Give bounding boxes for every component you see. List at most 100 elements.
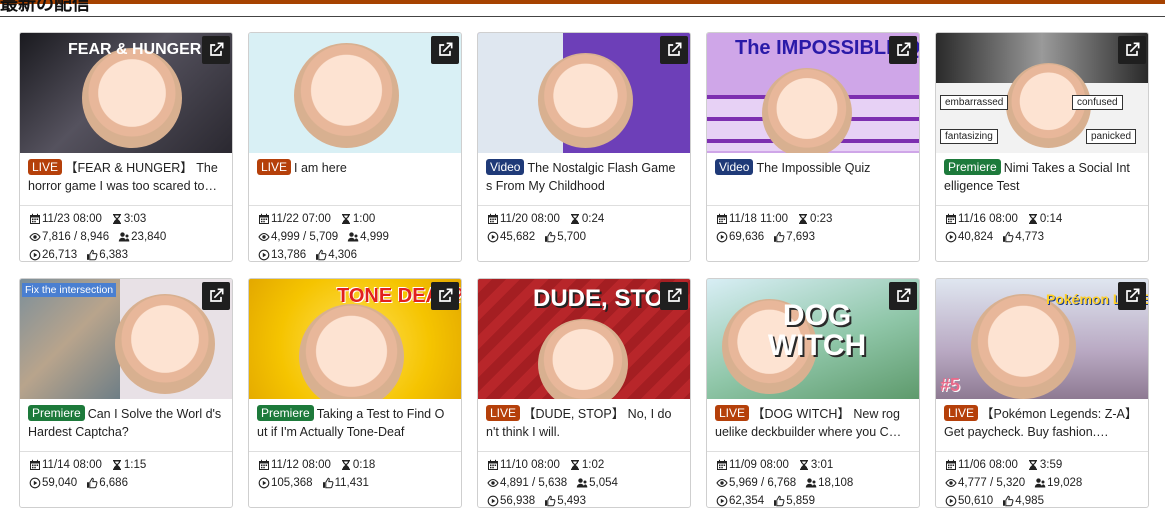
external-link-icon <box>435 286 455 306</box>
stream-card[interactable]: Video The Nostalgic Flash Game s From My … <box>477 32 691 262</box>
emotion-tag: embarrassed <box>940 95 1009 110</box>
users-icon <box>805 477 817 489</box>
stream-duration: 1:02 <box>581 459 605 471</box>
stream-duration: 3:03 <box>123 213 147 225</box>
open-external-button[interactable] <box>1118 36 1146 64</box>
thumbs-up-icon <box>1002 231 1014 243</box>
stream-card[interactable]: DOG WITCH LIVE 【DOG WITCH】 New rog uelike… <box>706 278 920 508</box>
stream-title-area[interactable]: Premiere Can I Solve the Worl d's Hardest… <box>20 399 232 452</box>
play-circle-icon <box>487 231 499 243</box>
stream-title-area[interactable]: LIVE 【Pokémon Legends: Z-A】 Get paycheck.… <box>936 399 1148 452</box>
character-art <box>971 294 1076 399</box>
stream-card[interactable]: embarrassed confused fantasizing panicked P… <box>935 32 1149 262</box>
thumbnail-title-text: Fix the intersection <box>22 283 117 297</box>
eye-icon <box>258 231 270 243</box>
stream-stats: 11/20 08:00 0:24 45,682 5,700 <box>478 206 690 246</box>
hourglass-icon <box>111 213 123 225</box>
stream-thumbnail[interactable] <box>478 33 690 153</box>
stream-thumbnail[interactable] <box>249 33 461 153</box>
thumbs-up-icon <box>544 495 556 507</box>
eye-icon <box>29 231 41 243</box>
open-external-button[interactable] <box>889 36 917 64</box>
external-link-icon <box>1122 286 1142 306</box>
stream-type-badge: LIVE <box>257 159 292 175</box>
view-count: 40,824 <box>958 231 994 243</box>
stream-date: 11/14 08:00 <box>42 459 102 471</box>
open-external-button[interactable] <box>660 282 688 310</box>
stream-thumbnail[interactable]: embarrassed confused fantasizing panicked <box>936 33 1148 153</box>
like-count: 5,859 <box>786 495 815 507</box>
stream-title-area[interactable]: LIVE 【DUDE, STOP】 No, I do n't think I wi… <box>478 399 690 452</box>
stream-type-badge: LIVE <box>944 405 979 421</box>
thumbs-up-icon <box>773 495 785 507</box>
stream-thumbnail[interactable]: Fix the intersection <box>20 279 232 399</box>
external-link-icon <box>664 286 684 306</box>
stream-title-area[interactable]: Video The Nostalgic Flash Game s From My … <box>478 153 690 206</box>
stream-thumbnail[interactable]: DOG WITCH <box>707 279 919 399</box>
stream-thumbnail[interactable]: TONE DEAF? <box>249 279 461 399</box>
concurrent-viewers: 4,999 / 5,709 <box>271 231 339 243</box>
stream-title-area[interactable]: Premiere Taking a Test to Find O ut if I'… <box>249 399 461 452</box>
episode-label: #5 <box>940 375 961 395</box>
stream-thumbnail[interactable]: DUDE, STOP <box>478 279 690 399</box>
open-external-button[interactable] <box>1118 282 1146 310</box>
users-icon <box>576 477 588 489</box>
character-art <box>294 43 399 148</box>
play-circle-icon <box>945 231 957 243</box>
view-count: 56,938 <box>500 495 536 507</box>
play-circle-icon <box>716 495 728 507</box>
emotion-tag: fantasizing <box>940 129 998 144</box>
external-link-icon <box>1122 40 1142 60</box>
stream-title-area[interactable]: LIVE 【FEAR & HUNGER】 The horror game I wa… <box>20 153 232 206</box>
like-count: 5,700 <box>557 231 586 243</box>
stream-thumbnail[interactable]: Pokémon LEGENDS #5 <box>936 279 1148 399</box>
thumbs-up-icon <box>544 231 556 243</box>
open-external-button[interactable] <box>431 36 459 64</box>
hourglass-icon <box>111 459 123 471</box>
stream-thumbnail[interactable]: FEAR & HUNGER <box>20 33 232 153</box>
like-count: 4,306 <box>328 249 357 261</box>
open-external-button[interactable] <box>660 36 688 64</box>
concurrent-viewers: 4,777 / 5,320 <box>958 477 1026 489</box>
stream-title-area[interactable]: LIVE 【DOG WITCH】 New rog uelike deckbuild… <box>707 399 919 452</box>
calendar-icon <box>716 459 728 471</box>
stream-stats: 11/16 08:00 0:14 40,824 4,773 <box>936 206 1148 246</box>
stream-stats: 11/23 08:00 3:03 7,816 / 8,946 23,840 26… <box>20 206 232 261</box>
divider <box>0 16 1165 17</box>
open-external-button[interactable] <box>202 36 230 64</box>
hourglass-icon <box>1027 213 1039 225</box>
calendar-icon <box>258 459 270 471</box>
stream-title-area[interactable]: Video The Impossible Quiz <box>707 153 919 206</box>
stream-card[interactable]: DUDE, STOP LIVE 【DUDE, STOP】 No, I do n't… <box>477 278 691 508</box>
character-art <box>115 294 215 394</box>
stream-card[interactable]: TONE DEAF? Premiere Taking a Test to Find… <box>248 278 462 508</box>
hourglass-icon <box>798 459 810 471</box>
stream-stats: 11/12 08:00 0:18 105,368 11,431 <box>249 452 461 492</box>
stream-thumbnail[interactable]: The IMPOSSIBLE QUIZ <box>707 33 919 153</box>
open-external-button[interactable] <box>431 282 459 310</box>
eye-icon <box>945 477 957 489</box>
stream-card[interactable]: FEAR & HUNGER LIVE 【FEAR & HUNGER】 The ho… <box>19 32 233 262</box>
stream-card[interactable]: LIVE I am here 11/22 07:00 1:00 4,999 / 5… <box>248 32 462 262</box>
users-icon <box>118 231 130 243</box>
view-count: 59,040 <box>42 477 78 489</box>
external-link-icon <box>893 286 913 306</box>
like-count: 6,686 <box>99 477 128 489</box>
like-count: 6,383 <box>99 249 128 261</box>
stream-title-area[interactable]: Premiere Nimi Takes a Social Int elligenc… <box>936 153 1148 206</box>
stream-date: 11/10 08:00 <box>500 459 560 471</box>
unique-chatters: 23,840 <box>131 231 167 243</box>
emotion-tag: panicked <box>1086 129 1137 144</box>
stream-title-area[interactable]: LIVE I am here <box>249 153 461 206</box>
stream-grid: FEAR & HUNGER LIVE 【FEAR & HUNGER】 The ho… <box>19 32 1149 508</box>
hourglass-icon <box>797 213 809 225</box>
stream-card[interactable]: Pokémon LEGENDS #5 LIVE【Pokémon Legends:… <box>935 278 1149 508</box>
calendar-icon <box>945 213 957 225</box>
calendar-icon <box>29 459 41 471</box>
stream-card[interactable]: The IMPOSSIBLE QUIZ VideoThe Impossible … <box>706 32 920 262</box>
open-external-button[interactable] <box>889 282 917 310</box>
hourglass-icon <box>569 213 581 225</box>
open-external-button[interactable] <box>202 282 230 310</box>
stream-stats: 11/18 11:00 0:23 69,636 7,693 <box>707 206 919 246</box>
stream-card[interactable]: Fix the intersection Premiere Can I Solve… <box>19 278 233 508</box>
